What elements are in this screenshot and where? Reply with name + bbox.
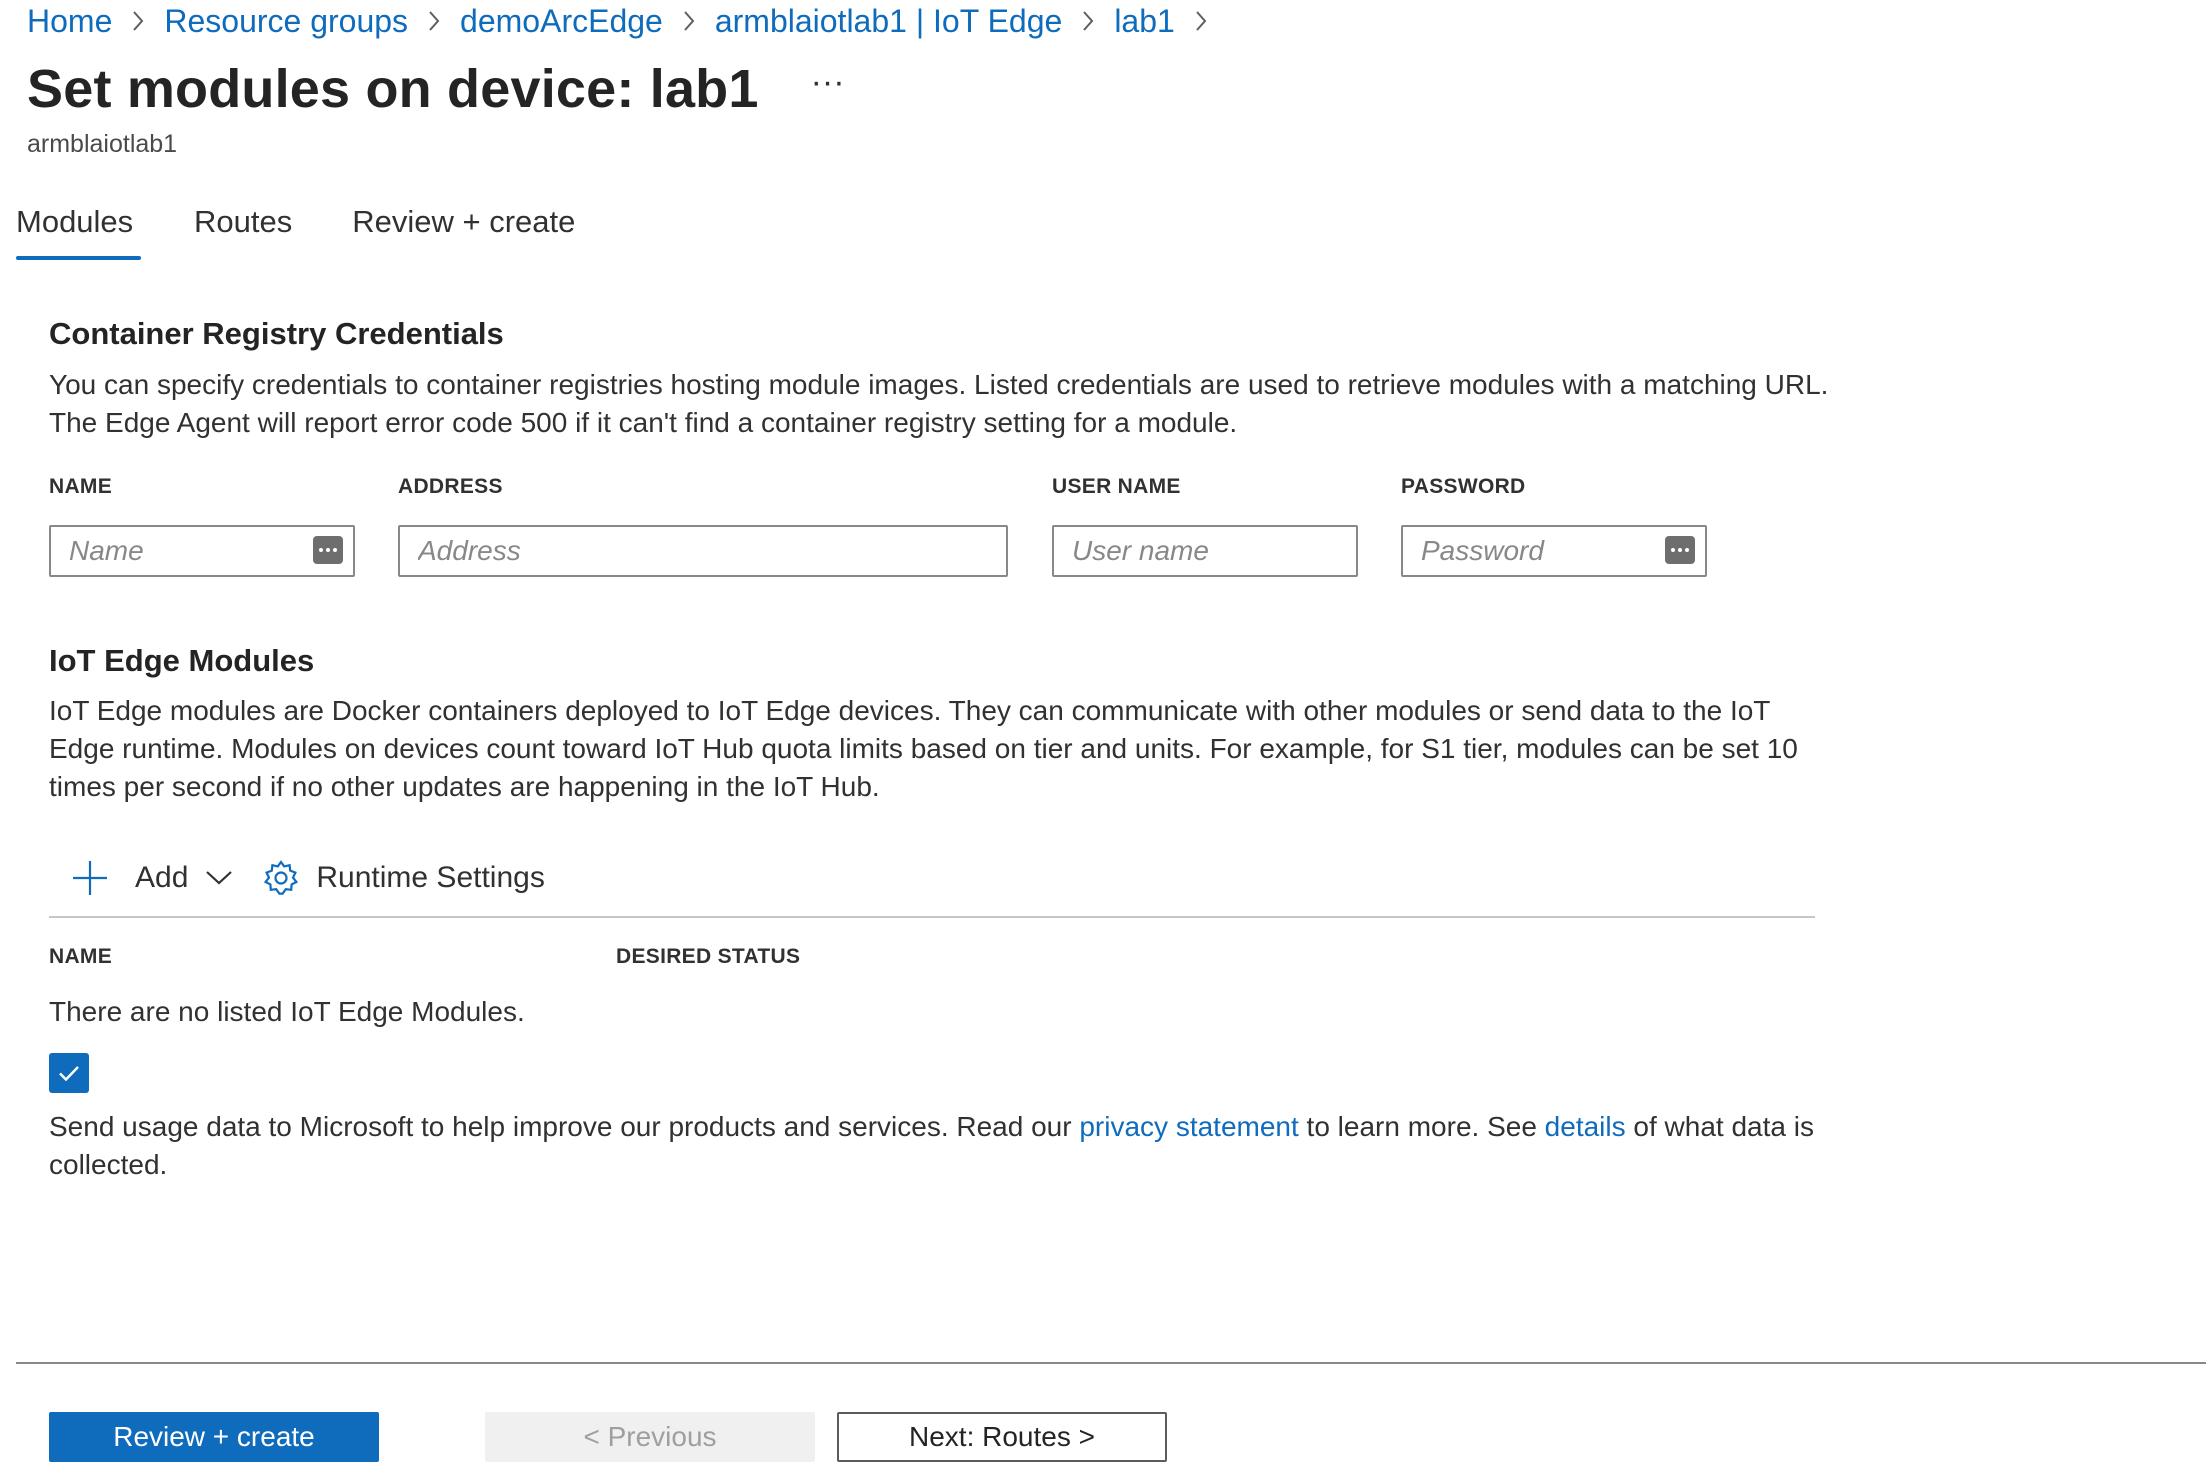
address-label: ADDRESS (398, 475, 503, 498)
chevron-right-icon (1175, 9, 1227, 33)
privacy-statement-link[interactable]: privacy statement (1079, 1111, 1298, 1142)
review-create-button[interactable]: Review + create (49, 1412, 379, 1462)
checkmark-icon (59, 1066, 79, 1082)
footer-divider (16, 1362, 2206, 1364)
more-icon[interactable]: ··· (811, 65, 845, 99)
tab-modules[interactable]: Modules (16, 198, 141, 263)
runtime-settings-label: Runtime Settings (316, 861, 545, 894)
breadcrumb-iot-hub[interactable]: armblaiotlab1 | IoT Edge (715, 3, 1062, 40)
next-routes-button[interactable]: Next: Routes > (837, 1412, 1167, 1462)
add-button-label: Add (135, 861, 189, 894)
registry-section-title: Container Registry Credentials (49, 316, 504, 351)
address-input[interactable] (400, 527, 1006, 575)
name-field (49, 525, 355, 577)
chevron-right-icon (1062, 9, 1114, 33)
password-key-icon (1665, 536, 1695, 564)
previous-button[interactable]: < Previous (485, 1412, 815, 1462)
breadcrumb-home[interactable]: Home (27, 3, 112, 40)
breadcrumb-resource-group[interactable]: demoArcEdge (460, 3, 663, 40)
password-input[interactable] (1403, 527, 1705, 575)
breadcrumb-device[interactable]: lab1 (1114, 3, 1175, 40)
runtime-settings-button[interactable]: Runtime Settings (262, 859, 545, 897)
password-label: PASSWORD (1401, 475, 1526, 498)
modules-description: IoT Edge modules are Docker containers d… (49, 695, 1798, 802)
username-input[interactable] (1054, 527, 1356, 575)
breadcrumb: Home Resource groups demoArcEdge armblai… (27, 0, 1227, 42)
chevron-right-icon (408, 9, 460, 33)
breadcrumb-resource-groups[interactable]: Resource groups (164, 3, 408, 40)
chevron-right-icon (663, 9, 715, 33)
gear-icon (264, 860, 299, 895)
usage-data-checkbox[interactable] (49, 1053, 89, 1093)
username-label: USER NAME (1052, 475, 1181, 498)
name-label: NAME (49, 475, 113, 498)
tab-review-create[interactable]: Review + create (352, 198, 575, 263)
column-header-name[interactable]: NAME (49, 945, 112, 969)
usage-data-text: Send usage data to Microsoft to help imp… (49, 1108, 1839, 1184)
password-key-icon (313, 536, 343, 564)
password-field (1401, 525, 1707, 577)
name-input[interactable] (51, 527, 353, 575)
details-link[interactable]: details (1545, 1111, 1626, 1142)
chevron-right-icon (112, 9, 164, 33)
modules-toolbar: Add Runtime Settings (49, 852, 545, 904)
empty-modules-message: There are no listed IoT Edge Modules. (49, 996, 525, 1027)
consent-text-2: to learn more. See (1298, 1111, 1545, 1142)
registry-description: You can specify credentials to container… (49, 369, 1829, 438)
toolbar-divider (49, 916, 1815, 918)
tab-bar: Modules Routes Review + create (16, 198, 575, 263)
add-button[interactable]: Add (49, 852, 234, 904)
modules-section-title: IoT Edge Modules (49, 643, 315, 678)
consent-text-1: Send usage data to Microsoft to help imp… (49, 1111, 1080, 1142)
title-row: Set modules on device: lab1 ··· (27, 58, 845, 120)
page-subtitle: armblaiotlab1 (27, 130, 178, 158)
username-field (1052, 525, 1358, 577)
plus-icon (73, 861, 107, 895)
page-title: Set modules on device: lab1 (27, 59, 759, 119)
address-field (398, 525, 1008, 577)
column-header-desired-status[interactable]: DESIRED STATUS (616, 945, 800, 969)
chevron-down-icon (206, 871, 233, 885)
tab-routes[interactable]: Routes (194, 198, 292, 263)
